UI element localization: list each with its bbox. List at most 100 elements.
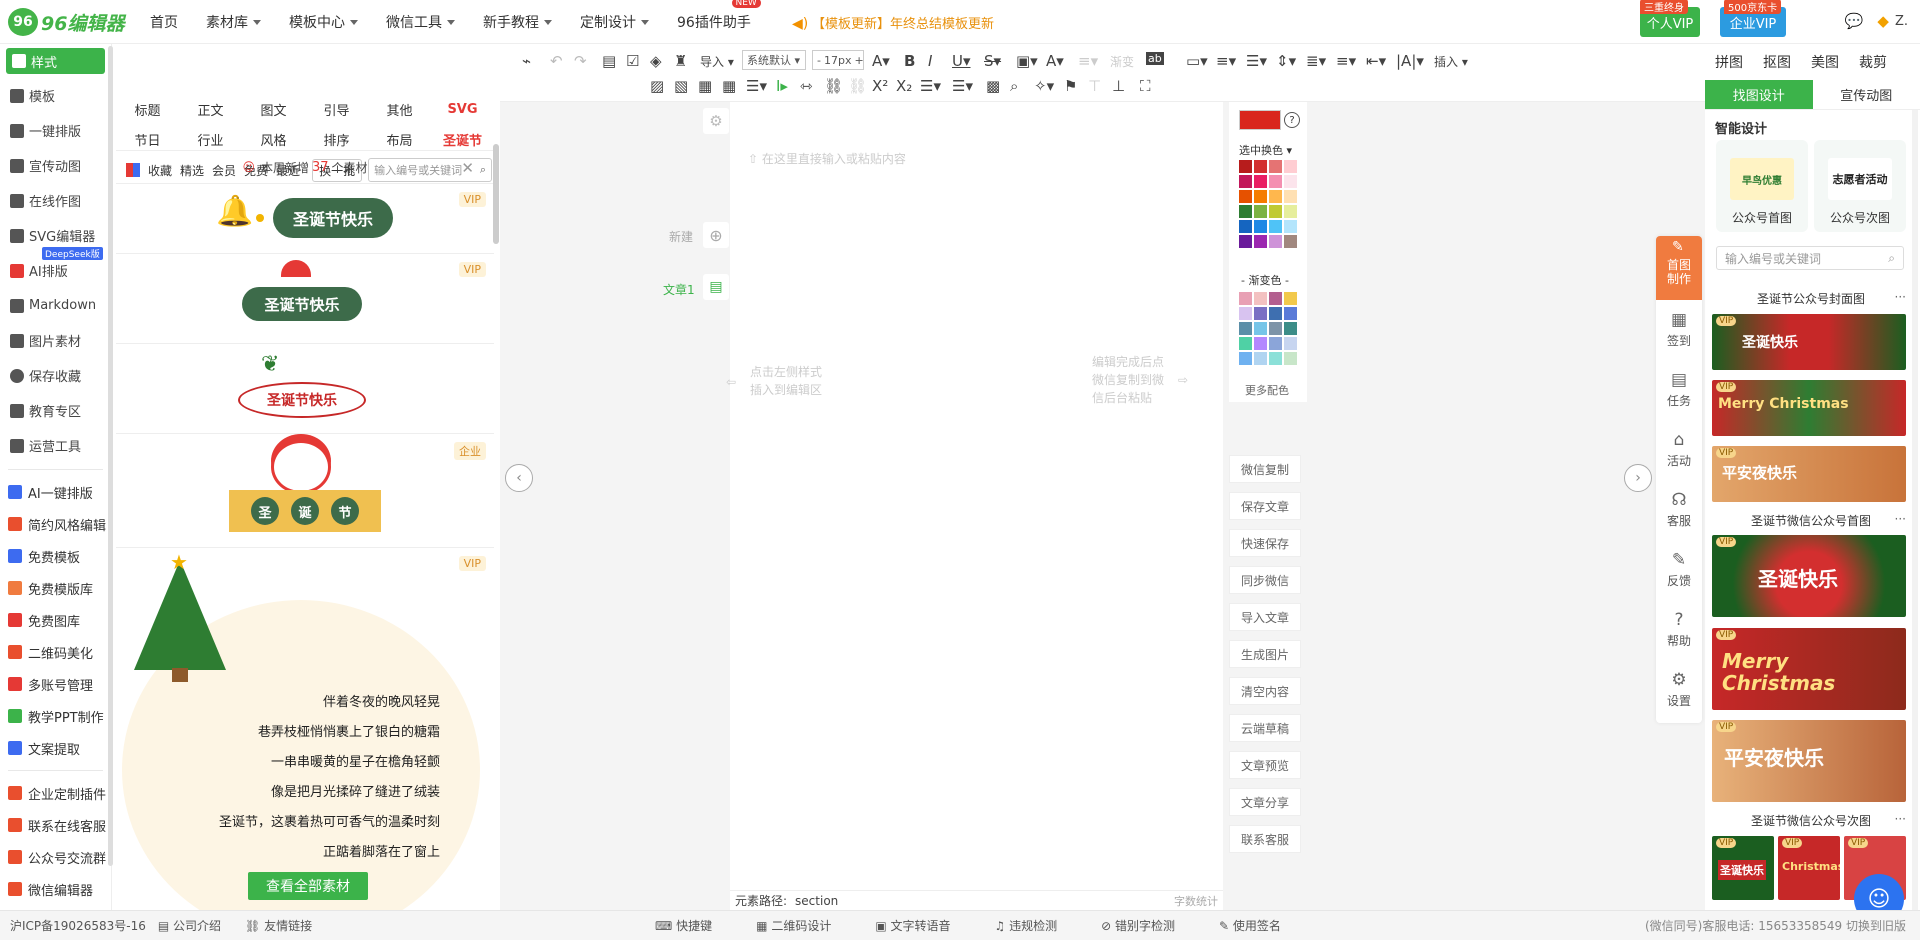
tertiary-item[interactable]: 企业定制插件 bbox=[0, 777, 111, 809]
first-image-tool[interactable]: ✎ 首图制作 bbox=[1656, 236, 1702, 300]
tertiary-item[interactable]: 微信编辑器 bbox=[0, 873, 111, 905]
color-swatch[interactable] bbox=[1254, 160, 1267, 173]
font-size-stepper[interactable]: - 17px + bbox=[812, 50, 864, 70]
logo[interactable]: 96 96编辑器 bbox=[8, 8, 124, 36]
smart-cover-card[interactable]: 早鸟优惠 公众号首图 bbox=[1716, 140, 1808, 232]
italic-icon[interactable]: I bbox=[928, 52, 932, 70]
nav-tutorial[interactable]: 新手教程 bbox=[483, 12, 552, 32]
color-swatch[interactable] bbox=[1239, 160, 1252, 173]
color-swatch[interactable] bbox=[1239, 190, 1252, 203]
help-tool[interactable]: ? 帮助 bbox=[1656, 610, 1702, 649]
cat-title[interactable]: 标题 bbox=[116, 100, 179, 119]
color-swatch[interactable] bbox=[1269, 235, 1282, 248]
leftnav-item-online-draw[interactable]: 在线作图 bbox=[0, 183, 111, 218]
text-effect-icon[interactable]: A▾ bbox=[1046, 52, 1064, 70]
template-card[interactable]: 企业 圣 诞 节 bbox=[116, 434, 494, 548]
more-icon[interactable]: ··· bbox=[1895, 512, 1906, 526]
border-text-icon[interactable]: ▣▾ bbox=[1016, 52, 1038, 70]
cover-image[interactable]: VIP Merry Christmas bbox=[1712, 380, 1906, 436]
new-article-button[interactable]: ⊕ bbox=[703, 222, 729, 248]
material-scrollbar[interactable] bbox=[493, 144, 499, 244]
qrcode-link[interactable]: ▦ 二维码设计 bbox=[756, 917, 853, 934]
divider-icon[interactable]: ☰▾ bbox=[746, 77, 767, 95]
secondary-item[interactable]: 免费图库 bbox=[0, 604, 111, 636]
gear-icon[interactable]: ⚙ bbox=[703, 108, 729, 134]
action-button[interactable]: 文章预览 bbox=[1229, 751, 1301, 779]
font-color-icon[interactable]: A▾ bbox=[872, 52, 890, 70]
eraser-icon[interactable]: ◈ bbox=[650, 52, 662, 70]
cat-body[interactable]: 正文 bbox=[179, 100, 242, 119]
image-icon[interactable]: ▨ bbox=[650, 77, 664, 95]
article-doc-icon[interactable]: ▤ bbox=[703, 274, 729, 300]
subscript-icon[interactable]: X₂ bbox=[896, 77, 912, 95]
gradient-swatch[interactable] bbox=[1239, 352, 1252, 365]
font-family-select[interactable]: 系统默认 ▾ bbox=[742, 50, 806, 70]
flag-icon[interactable]: ⚑ bbox=[1064, 77, 1077, 95]
color-swatch[interactable] bbox=[1269, 190, 1282, 203]
tab-gif[interactable]: 宣传动图 bbox=[1812, 80, 1920, 110]
leftnav-item-template[interactable]: 模板 bbox=[0, 78, 111, 113]
secondary-item[interactable]: 多账号管理 bbox=[0, 668, 111, 700]
vertical-align-icon[interactable]: ⇿ bbox=[800, 77, 813, 95]
gradient-swatch[interactable] bbox=[1254, 322, 1267, 335]
top-icon[interactable]: ⊤ bbox=[1088, 77, 1101, 95]
leftnav-item-education[interactable]: 教育专区 bbox=[0, 393, 111, 428]
tab-collage[interactable]: 拼图 bbox=[1705, 52, 1753, 72]
diamond-icon[interactable]: ◆ bbox=[1877, 12, 1889, 30]
leftnav-item-auto-layout[interactable]: 一键排版 bbox=[0, 113, 111, 148]
color-swatch[interactable] bbox=[1269, 205, 1282, 218]
company-intro-link[interactable]: ▤ 公司介绍 bbox=[158, 917, 233, 934]
new-doc-icon[interactable]: ▤ bbox=[602, 52, 616, 70]
right-scrollbar[interactable] bbox=[1912, 110, 1918, 910]
gradient-swatch[interactable] bbox=[1239, 292, 1252, 305]
tts-link[interactable]: ▣ 文字转语音 bbox=[875, 917, 972, 934]
action-button[interactable]: 云端草稿 bbox=[1229, 714, 1301, 742]
feedback-tool[interactable]: ✎ 反馈 bbox=[1656, 550, 1702, 589]
gradient-swatch[interactable] bbox=[1254, 352, 1267, 365]
gradient-swatch[interactable] bbox=[1284, 292, 1297, 305]
pattern-icon[interactable]: ▦ bbox=[698, 77, 712, 95]
gradient-swatch[interactable] bbox=[1269, 307, 1282, 320]
nav-templates[interactable]: 模板中心 bbox=[289, 12, 358, 32]
first-image[interactable]: VIP 平安夜快乐 bbox=[1712, 720, 1906, 802]
strikethrough-icon[interactable]: S▾ bbox=[984, 52, 1001, 70]
tertiary-item[interactable]: 公众号交流群 bbox=[0, 841, 111, 873]
right-search-input[interactable]: 输入编号或关键词 ⌕ bbox=[1716, 246, 1904, 270]
tab-find-image[interactable]: 找图设计 bbox=[1705, 80, 1813, 110]
color-swatch[interactable] bbox=[1269, 220, 1282, 233]
help-icon[interactable]: ? bbox=[1284, 112, 1300, 128]
icp-link[interactable]: 沪ICP备19026583号-16 bbox=[10, 917, 146, 934]
action-button[interactable]: 文章分享 bbox=[1229, 788, 1301, 816]
secondary-item[interactable]: 免费模板 bbox=[0, 540, 111, 572]
redo-icon[interactable]: ↷ bbox=[574, 52, 587, 70]
personal-vip-button[interactable]: 三重终身 个人VIP bbox=[1640, 0, 1700, 37]
secondary-item[interactable]: AI一键排版 bbox=[0, 476, 111, 508]
format-painter-icon[interactable]: ⌁ bbox=[522, 52, 531, 70]
more-colors-link[interactable]: 更多配色 bbox=[1245, 382, 1289, 398]
leftnav-item-images[interactable]: 图片素材 bbox=[0, 323, 111, 358]
activity-tool[interactable]: ⌂ 活动 bbox=[1656, 430, 1702, 469]
recolor-select[interactable]: 选中换色 ▾ bbox=[1239, 142, 1292, 158]
color-swatch[interactable] bbox=[1239, 220, 1252, 233]
cat-guide[interactable]: 引导 bbox=[305, 100, 368, 119]
action-button[interactable]: 生成图片 bbox=[1229, 640, 1301, 668]
color-swatch[interactable] bbox=[1254, 175, 1267, 188]
action-button[interactable]: 联系客服 bbox=[1229, 825, 1301, 853]
leftnav-item-ops-tools[interactable]: 运营工具 bbox=[0, 428, 111, 463]
color-swatch[interactable] bbox=[1254, 235, 1267, 248]
gradient-swatch[interactable] bbox=[1254, 307, 1267, 320]
tab-cutout[interactable]: 抠图 bbox=[1753, 52, 1801, 72]
tab-crop[interactable]: 裁剪 bbox=[1849, 52, 1897, 72]
gradient-swatch[interactable] bbox=[1284, 352, 1297, 365]
search-replace-icon[interactable]: ⌕ bbox=[1010, 77, 1018, 95]
leftnav-item-ai[interactable]: DeepSeek版 AI排版 bbox=[0, 247, 111, 288]
align-justify-icon[interactable]: ≡▾ bbox=[1336, 52, 1356, 70]
text-style-icon[interactable]: ab bbox=[1146, 52, 1164, 65]
color-swatch[interactable] bbox=[1239, 205, 1252, 218]
user-name[interactable]: Z. bbox=[1895, 14, 1908, 29]
color-swatch[interactable] bbox=[1284, 235, 1297, 248]
cat-christmas[interactable]: 圣诞节 bbox=[431, 130, 494, 149]
leftnav-item-markdown[interactable]: Markdown bbox=[0, 288, 111, 323]
tertiary-item[interactable]: 联系在线客服 bbox=[0, 809, 111, 841]
color-swatch[interactable] bbox=[1239, 175, 1252, 188]
